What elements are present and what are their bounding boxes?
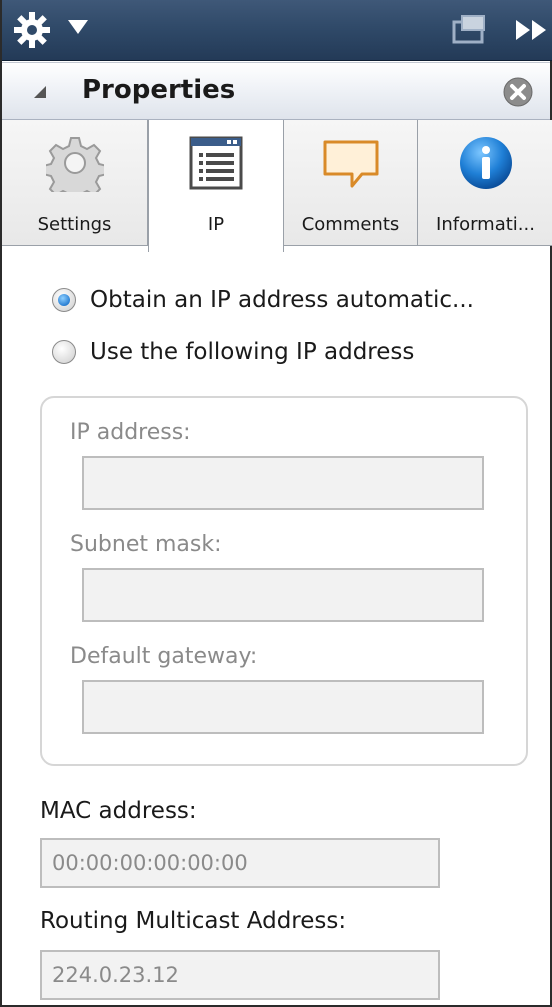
close-icon[interactable]: [502, 76, 534, 108]
radio-button-checked[interactable]: [52, 288, 76, 312]
manual-ip-group: IP address: Subnet mask: Default gateway…: [40, 396, 528, 766]
properties-header: Properties: [2, 62, 550, 120]
radio-use-following[interactable]: Use the following IP address: [52, 334, 414, 370]
dropdown-arrow-icon[interactable]: [68, 20, 88, 34]
mac-address-field: 00:00:00:00:00:00: [40, 838, 440, 888]
properties-window: Properties Settings IP Comments Informat…: [0, 0, 552, 1007]
tab-comments[interactable]: Comments: [284, 120, 418, 246]
speech-bubble-icon: [323, 140, 378, 188]
ip-address-field[interactable]: [82, 456, 484, 510]
double-arrow-right-icon[interactable]: [512, 16, 552, 44]
tab-settings[interactable]: Settings: [2, 120, 148, 246]
gear-icon: [45, 137, 104, 192]
radio-button[interactable]: [52, 340, 76, 364]
radio-label: Use the following IP address: [90, 339, 415, 365]
collapse-triangle-icon[interactable]: [34, 86, 46, 98]
radio-obtain-automatic[interactable]: Obtain an IP address automatic...: [52, 282, 474, 318]
default-gateway-label: Default gateway:: [70, 644, 258, 669]
tab-strip: Settings IP Comments Informati...: [2, 120, 552, 252]
tab-ip[interactable]: IP: [148, 120, 284, 252]
list-document-icon: [189, 136, 243, 190]
tab-label: Settings: [37, 214, 112, 235]
panel-title: Properties: [82, 75, 236, 105]
default-gateway-field[interactable]: [82, 680, 484, 734]
gear-icon[interactable]: [12, 10, 52, 50]
mac-address-label: MAC address:: [40, 798, 197, 824]
ip-address-label: IP address:: [70, 420, 191, 445]
multicast-address-label: Routing Multicast Address:: [40, 908, 347, 934]
tab-label: IP: [207, 214, 225, 235]
radio-label: Obtain an IP address automatic...: [90, 287, 474, 313]
dock-window-icon[interactable]: [452, 14, 488, 46]
info-icon: [459, 137, 512, 189]
multicast-address-field: 224.0.23.12: [40, 950, 440, 1000]
tab-label: Informati...: [436, 214, 535, 235]
subnet-mask-label: Subnet mask:: [70, 532, 222, 557]
window-titlebar: [2, 0, 552, 61]
subnet-mask-field[interactable]: [82, 568, 484, 622]
tab-label: Comments: [301, 214, 400, 235]
tab-information[interactable]: Informati...: [418, 120, 552, 246]
